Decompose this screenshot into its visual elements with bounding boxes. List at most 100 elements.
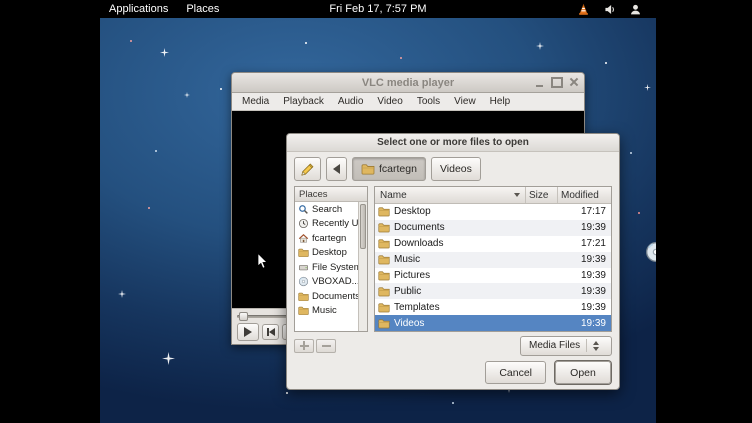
file-rows: Desktop 17:17 Documents 19:39 Downloads: [375, 204, 611, 331]
wallpaper-sparkle: [118, 290, 126, 298]
column-size-label: Size: [529, 190, 548, 201]
places-item-vboxadditions[interactable]: VBOXAD...: [295, 275, 359, 290]
pencil-icon: [300, 162, 315, 177]
places-item-documents[interactable]: Documents: [295, 289, 359, 304]
vlc-cone-icon[interactable]: [577, 3, 590, 16]
places-item-label: fcartegn: [312, 233, 346, 244]
dialog-body: Places Search Recently U... fcartegn: [287, 186, 619, 332]
add-bookmark-button[interactable]: [294, 339, 314, 353]
maximize-icon[interactable]: [550, 75, 563, 89]
vlc-menu-video[interactable]: Video: [370, 93, 409, 111]
dialog-title[interactable]: Select one or more files to open: [287, 134, 619, 152]
back-arrow-icon: [333, 164, 340, 174]
volume-icon[interactable]: [603, 3, 616, 16]
menu-places[interactable]: Places: [177, 0, 228, 18]
places-item-label: Documents: [312, 291, 359, 302]
file-name-cell: Pictures: [375, 270, 525, 281]
folder-icon: [361, 163, 375, 175]
file-modified: 19:39: [557, 254, 611, 265]
vlc-titlebar[interactable]: VLC media player: [232, 73, 584, 93]
folder-icon: [378, 318, 390, 329]
folder-icon: [378, 270, 390, 281]
wallpaper-sparkle: [162, 352, 175, 365]
wallpaper-sparkle: [160, 48, 169, 57]
cd-desktop-icon[interactable]: [644, 240, 656, 264]
vlc-menu-audio[interactable]: Audio: [331, 93, 371, 111]
remove-bookmark-button[interactable]: [316, 339, 336, 353]
previous-icon-arrow: [269, 328, 275, 336]
file-name-cell: Desktop: [375, 206, 525, 217]
file-name-cell: Documents: [375, 222, 525, 233]
file-name-cell: Downloads: [375, 238, 525, 249]
play-button[interactable]: [237, 323, 259, 341]
file-modified: 19:39: [557, 286, 611, 297]
chevron-up-icon: [593, 341, 599, 345]
back-button[interactable]: [326, 157, 347, 181]
window-buttons: [533, 75, 580, 89]
cancel-button[interactable]: Cancel: [485, 361, 546, 384]
places-item-search[interactable]: Search: [295, 202, 359, 217]
places-header[interactable]: Places: [295, 187, 367, 202]
path-home-label: fcartegn: [379, 163, 417, 175]
vlc-menu-media[interactable]: Media: [235, 93, 276, 111]
places-item-desktop[interactable]: Desktop: [295, 246, 359, 261]
top-panel: Applications Places Fri Feb 17, 7:57 PM: [100, 0, 656, 18]
home-icon: [298, 233, 309, 244]
open-button[interactable]: Open: [555, 361, 611, 384]
file-row-templates[interactable]: Templates 19:39: [375, 299, 611, 315]
file-type-filter[interactable]: Media Files: [520, 336, 612, 356]
seek-handle[interactable]: [239, 312, 248, 321]
file-modified: 19:39: [557, 318, 611, 329]
file-open-dialog: Select one or more files to open fcarteg…: [286, 133, 620, 390]
column-header-modified[interactable]: Modified: [557, 187, 611, 203]
close-icon[interactable]: [567, 75, 580, 89]
clock-icon: [298, 218, 309, 229]
file-name: Desktop: [394, 206, 431, 217]
places-item-label: Desktop: [312, 247, 347, 258]
wallpaper-sparkle: [184, 92, 190, 98]
minimize-icon[interactable]: [533, 75, 546, 89]
file-modified: 17:21: [557, 238, 611, 249]
path-button-home[interactable]: fcartegn: [352, 157, 426, 181]
places-scrollbar[interactable]: [358, 202, 367, 331]
vlc-menu-tools[interactable]: Tools: [410, 93, 447, 111]
file-row-documents[interactable]: Documents 19:39: [375, 220, 611, 236]
folder-icon: [378, 286, 390, 297]
dialog-toolbar: fcartegn Videos: [287, 152, 619, 186]
system-tray: [577, 3, 656, 16]
file-row-downloads[interactable]: Downloads 17:21: [375, 236, 611, 252]
folder-icon: [298, 305, 309, 316]
bookmark-actions: [294, 339, 336, 353]
scrollbar-thumb[interactable]: [360, 204, 366, 249]
folder-icon: [298, 291, 309, 302]
vlc-menubar: Media Playback Audio Video Tools View He…: [232, 93, 584, 111]
menu-applications[interactable]: Applications: [100, 0, 177, 18]
places-item-filesystem[interactable]: File System: [295, 260, 359, 275]
places-item-music[interactable]: Music: [295, 304, 359, 319]
vlc-menu-help[interactable]: Help: [483, 93, 518, 111]
mouse-cursor: [257, 252, 268, 270]
vlc-menu-playback[interactable]: Playback: [276, 93, 331, 111]
file-name: Videos: [394, 318, 424, 329]
places-item-home[interactable]: fcartegn: [295, 231, 359, 246]
type-filename-button[interactable]: [294, 157, 321, 181]
vlc-menu-view[interactable]: View: [447, 93, 483, 111]
column-header-size[interactable]: Size: [525, 187, 557, 203]
file-row-public[interactable]: Public 19:39: [375, 283, 611, 299]
play-icon: [244, 327, 252, 337]
file-row-videos[interactable]: Videos 19:39: [375, 315, 611, 331]
user-icon[interactable]: [629, 3, 642, 16]
places-item-label: File System: [312, 262, 359, 273]
file-row-music[interactable]: Music 19:39: [375, 252, 611, 268]
file-name: Pictures: [394, 270, 430, 281]
panel-clock[interactable]: Fri Feb 17, 7:57 PM: [329, 0, 426, 18]
column-header-name[interactable]: Name: [375, 187, 525, 203]
minus-icon: [322, 341, 331, 350]
file-list-pane: Name Size Modified Desktop: [374, 186, 612, 332]
previous-button[interactable]: [262, 324, 279, 340]
dialog-footer-buttons: Cancel Open: [287, 356, 619, 389]
file-row-pictures[interactable]: Pictures 19:39: [375, 268, 611, 284]
places-item-recent[interactable]: Recently U...: [295, 217, 359, 232]
path-button-videos[interactable]: Videos: [431, 157, 481, 181]
file-row-desktop[interactable]: Desktop 17:17: [375, 204, 611, 220]
